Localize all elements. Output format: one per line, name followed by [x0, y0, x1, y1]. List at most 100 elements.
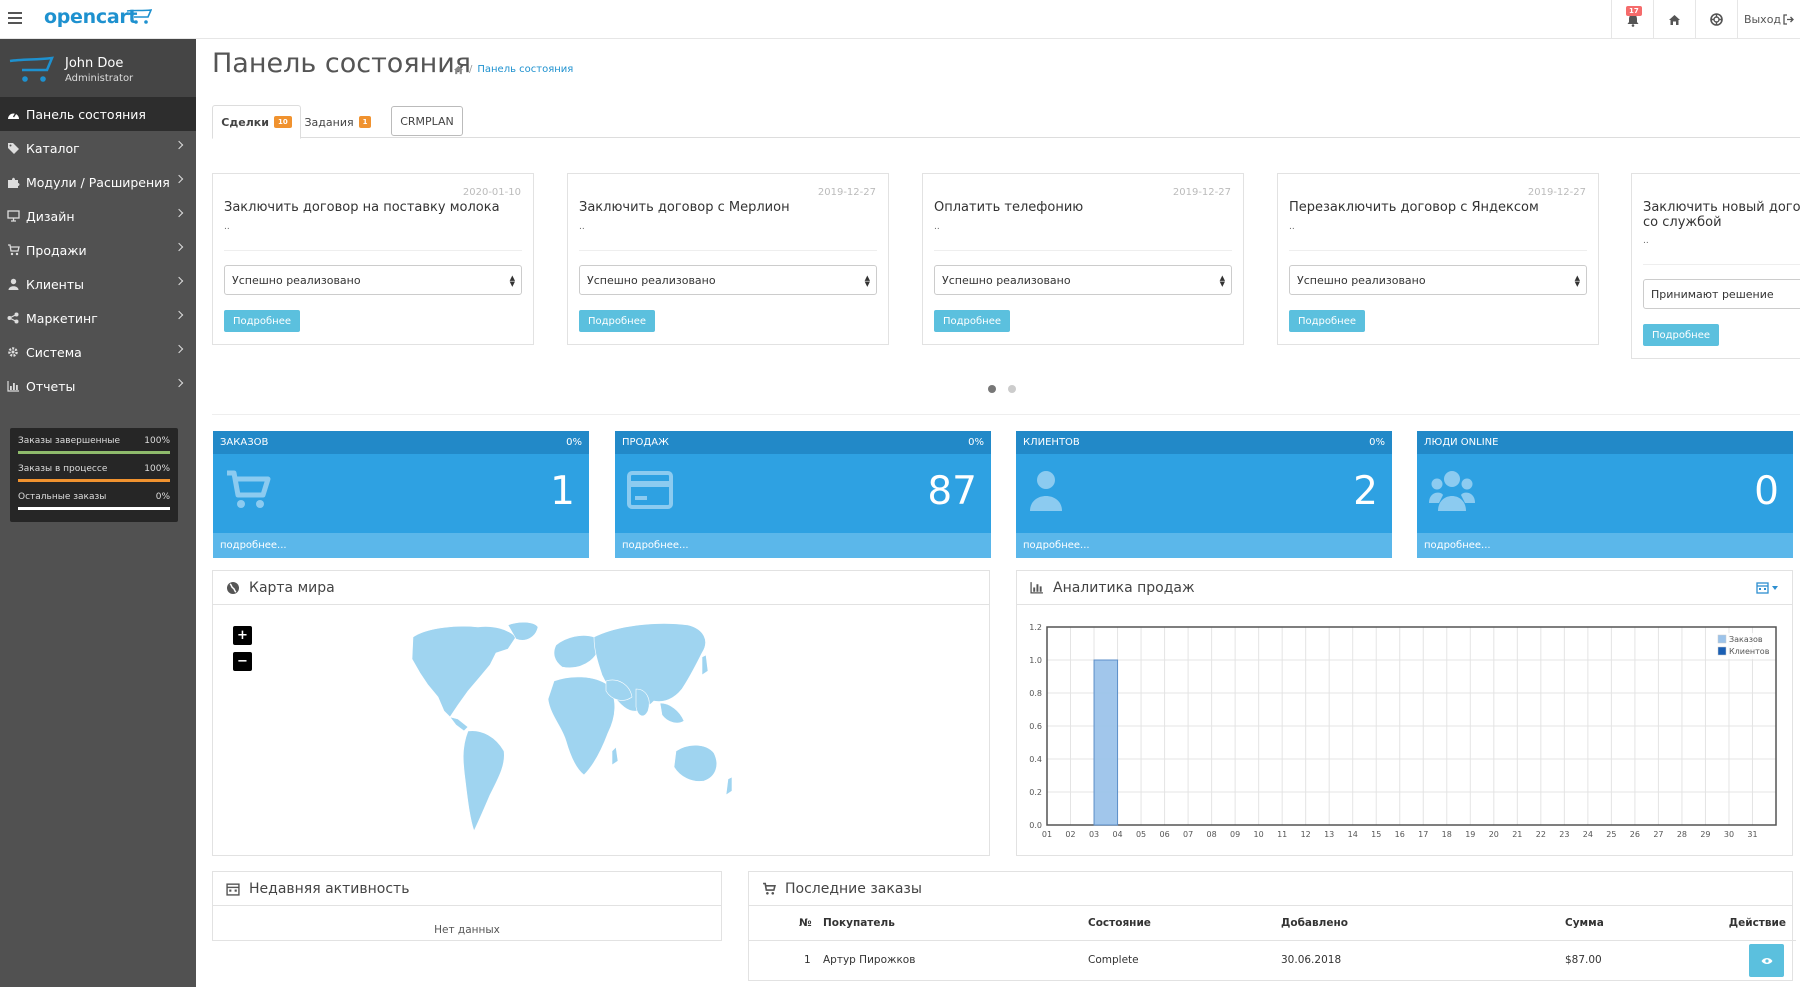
- online-people-tile: ЛЮДИ ONLINE 0 подробнее...: [1417, 431, 1793, 558]
- x-tick-label: 14: [1348, 830, 1358, 839]
- carousel-dot[interactable]: [988, 385, 996, 393]
- world-map[interactable]: [398, 619, 808, 841]
- sidebar-item-label: Панель состояния: [26, 106, 146, 122]
- x-tick-label: 01: [1042, 830, 1052, 839]
- chevron-right-icon: [174, 174, 184, 184]
- map-southeast-asia: [659, 702, 685, 724]
- column-header[interactable]: Сумма: [1565, 917, 1604, 929]
- home-button[interactable]: [1653, 0, 1695, 39]
- y-tick-label: 0.0: [1029, 821, 1042, 830]
- map-australia: [673, 744, 717, 782]
- x-tick-label: 29: [1700, 830, 1710, 839]
- deal-title: Заключить новый договор со службой: [1643, 200, 1800, 230]
- column-header[interactable]: Состояние: [1088, 917, 1151, 929]
- deal-card: Заключить новый договор со службой .. Пр…: [1631, 173, 1800, 359]
- chevron-right-icon: [174, 378, 184, 388]
- zoom-in-button[interactable]: +: [233, 626, 252, 645]
- x-tick-label: 05: [1136, 830, 1146, 839]
- notifications-button[interactable]: 17: [1611, 0, 1653, 39]
- progress-bar: [18, 507, 170, 510]
- legend-swatch: [1717, 646, 1727, 656]
- status-select[interactable]: Успешно реализовано ▲ ▼: [1289, 265, 1587, 295]
- tab-crmplan[interactable]: CRMPLAN: [391, 106, 463, 136]
- logout-button[interactable]: Выход: [1737, 0, 1800, 39]
- tile-more-link[interactable]: подробнее...: [1417, 533, 1793, 558]
- view-order-button[interactable]: [1749, 944, 1784, 977]
- details-button[interactable]: Подробнее: [1643, 324, 1720, 346]
- puzzle-icon: [6, 175, 20, 189]
- deal-card: 2020-01-10 Заключить договор на поставку…: [212, 173, 534, 345]
- calendar-icon: [1756, 582, 1769, 594]
- x-tick-label: 25: [1606, 830, 1616, 839]
- gear-icon: [6, 345, 20, 359]
- status-select[interactable]: Принимают решение: [1643, 279, 1800, 309]
- status-select[interactable]: Успешно реализовано ▲ ▼: [934, 265, 1232, 295]
- map-new-zealand: [725, 776, 733, 796]
- sidebar-item-marketing[interactable]: Маркетинг: [0, 301, 196, 335]
- opencart-logo[interactable]: opencart: [44, 6, 138, 28]
- avatar: [9, 56, 54, 82]
- cart-icon: [6, 243, 20, 257]
- bar: [1093, 659, 1119, 826]
- dashboard-icon: [6, 107, 20, 121]
- menu-toggle-icon[interactable]: [8, 12, 22, 24]
- details-button[interactable]: Подробнее: [224, 310, 301, 332]
- latest-orders-panel: Последние заказы № Покупатель Состояние …: [748, 871, 1796, 981]
- x-tick-label: 19: [1465, 830, 1475, 839]
- sidebar-item-label: Система: [26, 344, 82, 360]
- sidebar-item-label: Продажи: [26, 242, 87, 258]
- details-button[interactable]: Подробнее: [1289, 310, 1366, 332]
- y-tick-label: 1.0: [1029, 656, 1042, 665]
- sign-out-icon: [1783, 14, 1794, 25]
- column-header[interactable]: Покупатель: [823, 917, 895, 929]
- chevron-right-icon: [174, 140, 184, 150]
- zoom-out-button[interactable]: −: [233, 652, 252, 671]
- page-title: Панель состояния: [212, 48, 472, 79]
- details-button[interactable]: Подробнее: [579, 310, 656, 332]
- sidebar-item-design[interactable]: Дизайн: [0, 199, 196, 233]
- user-role: Administrator: [65, 73, 134, 84]
- x-tick-label: 30: [1724, 830, 1734, 839]
- x-tick-label: 16: [1395, 830, 1405, 839]
- sidebar-item-customers[interactable]: Клиенты: [0, 267, 196, 301]
- x-tick-label: 15: [1371, 830, 1381, 839]
- sidebar-item-catalog[interactable]: Каталог: [0, 131, 196, 165]
- status-select[interactable]: Успешно реализовано ▲ ▼: [579, 265, 877, 295]
- carousel-dot[interactable]: [1008, 385, 1016, 393]
- sidebar-item-extensions[interactable]: Модули / Расширения: [0, 165, 196, 199]
- column-header[interactable]: №: [799, 917, 812, 929]
- sidebar-item-reports[interactable]: Отчеты: [0, 369, 196, 403]
- map-europe: [553, 635, 599, 669]
- x-tick-label: 31: [1747, 830, 1757, 839]
- legend-label: Клиентов: [1729, 647, 1770, 656]
- sidebar-item-dashboard[interactable]: Панель состояния: [0, 97, 196, 131]
- home-icon[interactable]: [453, 65, 464, 75]
- sidebar-item-label: Маркетинг: [26, 310, 98, 326]
- status-select[interactable]: Успешно реализовано ▲ ▼: [224, 265, 522, 295]
- x-tick-label: 12: [1301, 830, 1311, 839]
- bar-chart-icon: [1030, 581, 1043, 593]
- legend-label: Заказов: [1729, 635, 1763, 644]
- help-button[interactable]: [1695, 0, 1737, 39]
- caret-down-icon: [1772, 585, 1778, 590]
- details-button[interactable]: Подробнее: [934, 310, 1011, 332]
- tile-more-link[interactable]: подробнее...: [213, 533, 589, 558]
- top-header: opencart 17 Выход: [0, 0, 1800, 39]
- tab-tasks[interactable]: Задания 1: [304, 105, 372, 139]
- sidebar-item-system[interactable]: Система: [0, 335, 196, 369]
- sidebar-item-sales[interactable]: Продажи: [0, 233, 196, 267]
- stat-processing-orders: Заказы в процессе 100%: [18, 462, 170, 490]
- user-profile[interactable]: John Doe Administrator: [0, 39, 196, 97]
- x-tick-label: 18: [1442, 830, 1452, 839]
- breadcrumb-link[interactable]: Панель состояния: [477, 64, 573, 75]
- tab-deals[interactable]: Сделки 10: [212, 105, 301, 139]
- x-tick-label: 06: [1159, 830, 1169, 839]
- user-icon: [1030, 471, 1062, 511]
- date-range-button[interactable]: [1756, 581, 1778, 594]
- progress-bar: [18, 479, 170, 482]
- tile-more-link[interactable]: подробнее...: [1016, 533, 1392, 558]
- monitor-icon: [6, 209, 20, 223]
- life-ring-icon: [1710, 13, 1723, 26]
- column-header[interactable]: Добавлено: [1281, 917, 1348, 929]
- tile-more-link[interactable]: подробнее...: [615, 533, 991, 558]
